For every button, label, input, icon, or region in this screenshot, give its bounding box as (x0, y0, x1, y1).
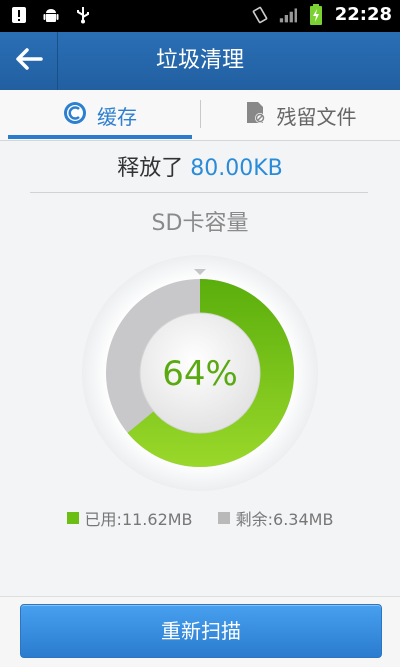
rescan-button[interactable]: 重新扫描 (20, 604, 382, 658)
storage-gauge: 64% (80, 253, 320, 493)
tab-residual-files[interactable]: 残留文件 (201, 90, 400, 140)
released-summary: 释放了 80.00KB (0, 150, 400, 182)
signal-icon (279, 6, 297, 24)
vibrate-icon (251, 6, 269, 24)
legend-used: 已用:11.62MB (66, 506, 193, 530)
legend-free-swatch (217, 512, 230, 524)
legend-used-label: 已用:11.62MB (84, 510, 193, 529)
tab-indicator (8, 135, 192, 139)
usb-icon (74, 6, 92, 24)
released-value: 80.00KB (190, 156, 283, 181)
bottom-bar: 重新扫描 (0, 596, 400, 667)
released-prefix: 释放了 (117, 156, 191, 181)
residual-file-icon (245, 101, 267, 130)
sd-card-capacity-label: SD卡容量 (151, 211, 249, 236)
legend-free: 剩余:6.34MB (217, 506, 334, 530)
storage-legend: 已用:11.62MB 剩余:6.34MB (0, 506, 400, 530)
tab-bar: 缓存 残留文件 (0, 90, 400, 141)
clock: 22:28 (334, 4, 392, 25)
title-bar: 垃圾清理 (0, 32, 400, 90)
legend-used-swatch (66, 512, 79, 524)
tab-residual-files-label: 残留文件 (276, 104, 357, 129)
android-icon (42, 6, 60, 24)
divider (30, 192, 368, 193)
status-bar: 22:28 (0, 0, 400, 32)
tab-cache-label: 缓存 (97, 104, 137, 129)
battery-charging-icon (307, 3, 325, 25)
alert-icon (10, 6, 28, 24)
gauge-percent: 64% (162, 354, 238, 394)
page-title: 垃圾清理 (155, 48, 244, 73)
cache-icon (63, 101, 87, 130)
tab-cache[interactable]: 缓存 (0, 90, 200, 140)
legend-free-label: 剩余:6.34MB (235, 510, 334, 529)
